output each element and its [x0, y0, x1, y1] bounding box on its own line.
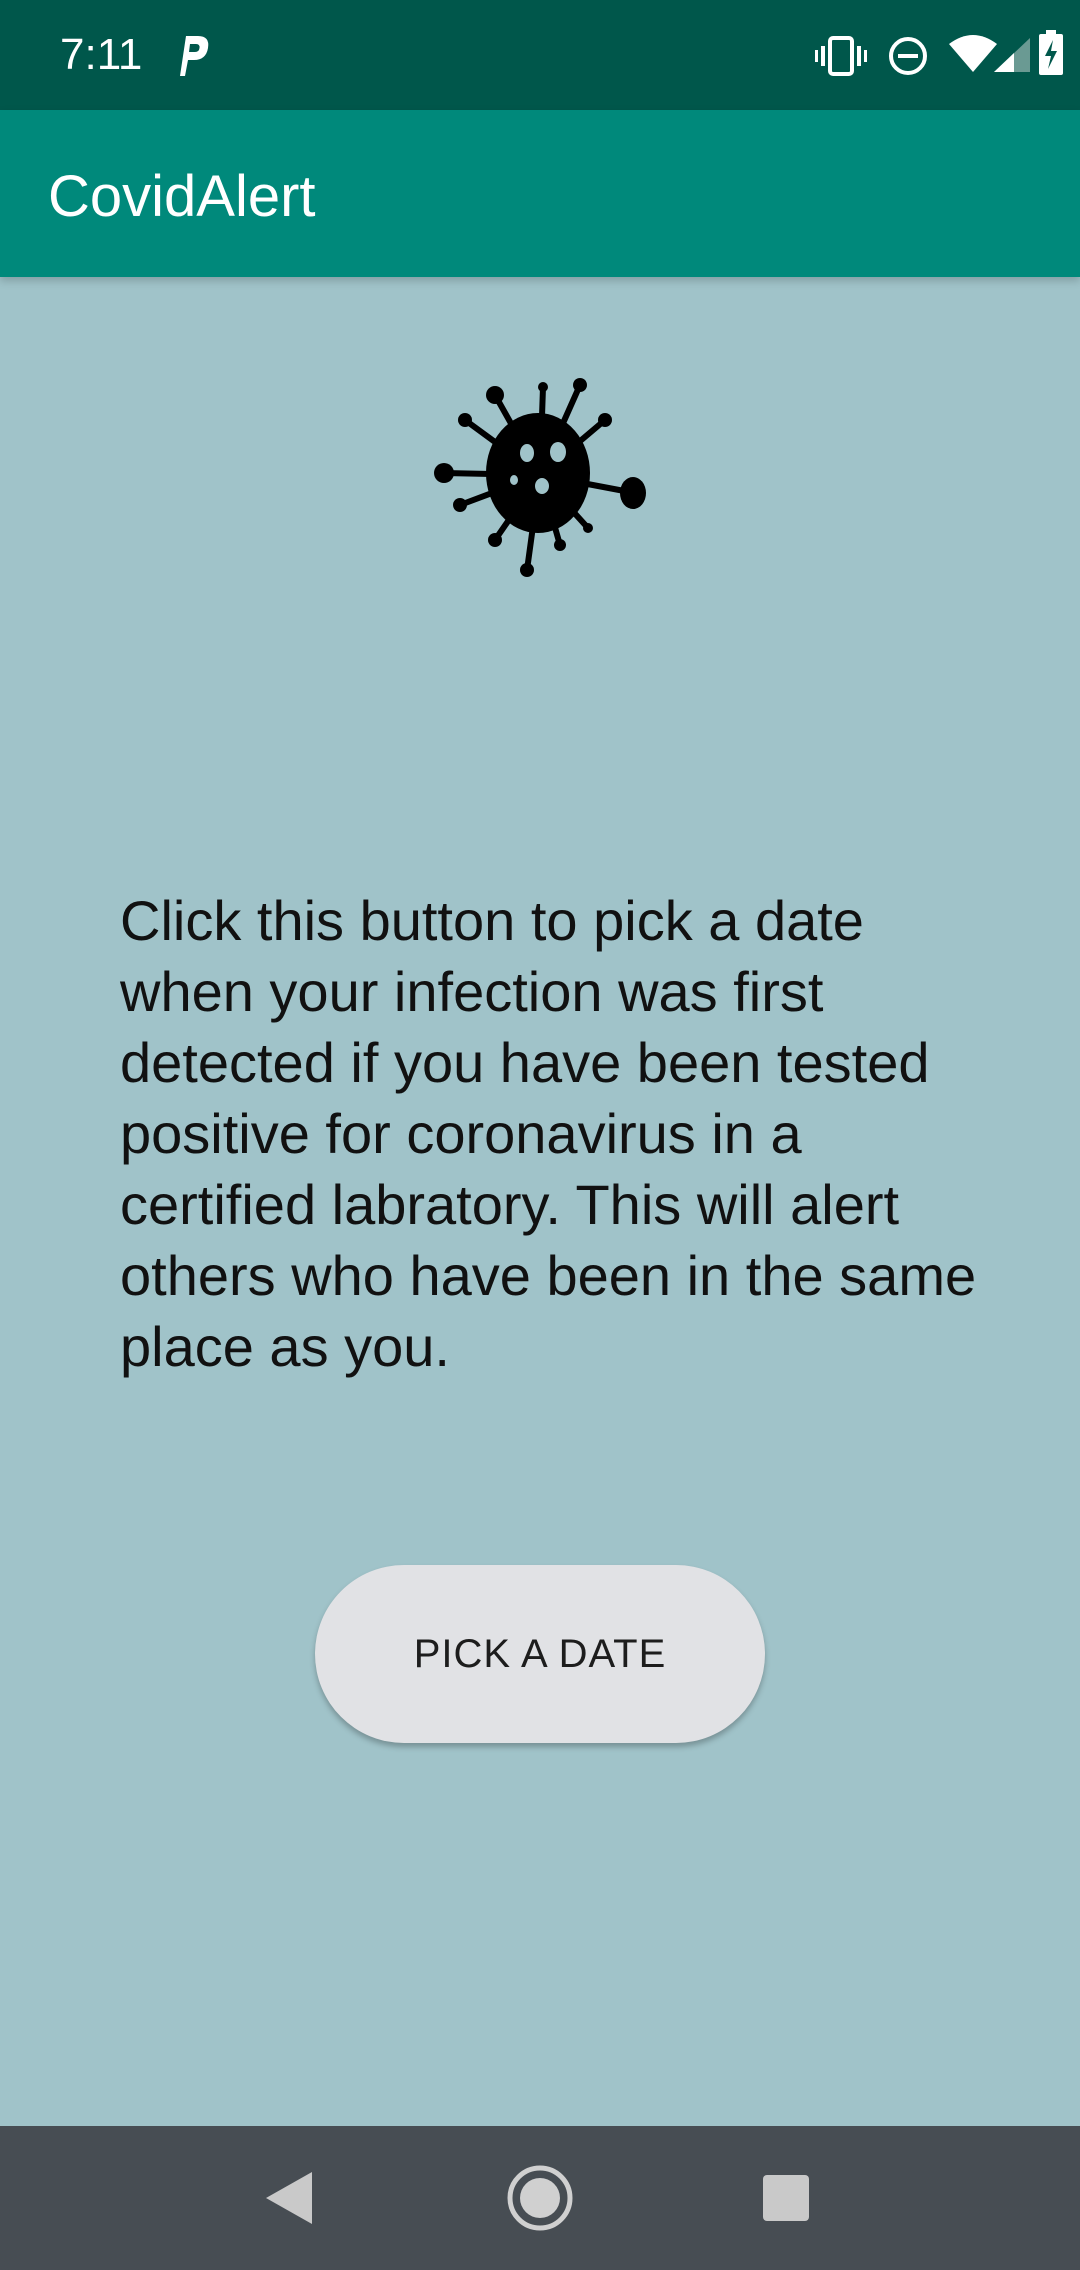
home-icon[interactable] [500, 2158, 580, 2238]
app-title: CovidAlert [48, 164, 316, 229]
status-bar: 7:11 [0, 0, 1080, 110]
recents-icon[interactable] [746, 2158, 826, 2238]
do-not-disturb-icon [889, 37, 927, 75]
wifi-icon [949, 35, 997, 72]
screen: 7:11 CovidAlert Click this button to pic… [0, 0, 1080, 2270]
back-icon[interactable] [248, 2158, 328, 2238]
navigation-bar [0, 2126, 1080, 2270]
instruction-text: Click this button to pick a date when yo… [120, 889, 977, 1378]
status-time: 7:11 [60, 30, 143, 79]
parking-notification-icon [180, 36, 209, 76]
pick-a-date-button[interactable]: PICK A DATE [315, 1565, 765, 1743]
app-bar: CovidAlert [0, 110, 1080, 277]
virus-icon [434, 378, 646, 577]
battery-charging-icon [1039, 30, 1063, 75]
vibrate-icon [815, 36, 867, 76]
cell-signal-icon [994, 38, 1030, 72]
